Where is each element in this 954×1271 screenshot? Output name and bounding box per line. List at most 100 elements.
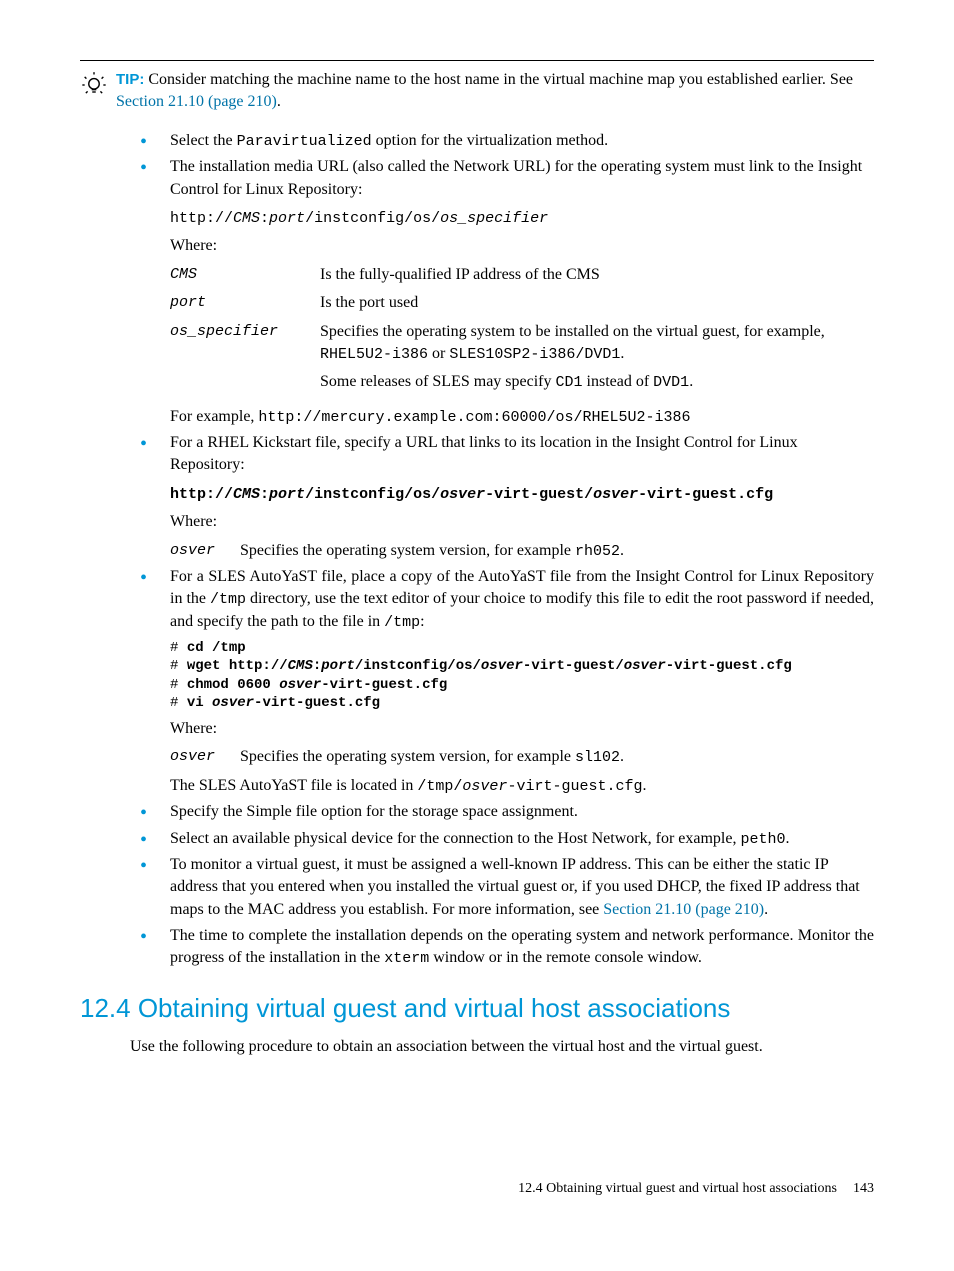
text: osver [593, 486, 638, 503]
text: : [260, 486, 269, 503]
list-item: The installation media URL (also called … [80, 156, 874, 428]
text: Specify the Simple file option for the s… [170, 803, 578, 820]
command: cd /tmp [187, 640, 246, 656]
command: chmod 0600 [187, 677, 279, 693]
command: CMS [288, 658, 313, 674]
code-inline: peth0 [740, 831, 785, 848]
text: DVD1 [653, 374, 689, 391]
text: -virt-guest/ [485, 486, 593, 503]
definition-term: os_specifier [170, 321, 320, 342]
example-line: For example, http://mercury.example.com:… [170, 406, 874, 428]
command: vi [187, 695, 212, 711]
text: rh052 [575, 543, 620, 560]
text: option for the virtualization method. [372, 132, 608, 149]
text: http:// [170, 486, 233, 503]
command: -virt-guest.cfg [666, 658, 792, 674]
command: osver [624, 658, 666, 674]
text: CD1 [556, 374, 583, 391]
text: osver [462, 778, 507, 795]
text: port [269, 486, 305, 503]
kickstart-url: http://CMS:port/instconfig/os/osver-virt… [170, 483, 874, 505]
prompt: # [170, 695, 187, 711]
bullet-list: Select the Paravirtualized option for th… [80, 130, 874, 970]
list-item: To monitor a virtual guest, it must be a… [80, 854, 874, 921]
text: : [420, 613, 424, 630]
definition-term: port [170, 292, 320, 313]
text: For a RHEL Kickstart file, specify a URL… [170, 432, 874, 477]
text: /tmp/ [417, 778, 462, 795]
command: wget http:// [187, 658, 288, 674]
horizontal-rule [80, 60, 874, 61]
text: -virt-guest.cfg [507, 778, 642, 795]
text: . [642, 777, 646, 794]
definition-term: CMS [170, 264, 320, 285]
tip-text-pre: Consider matching the machine name to th… [148, 71, 853, 88]
text: . [764, 901, 768, 918]
text: Some releases of SLES may specify [320, 373, 556, 390]
text: sl102 [575, 749, 620, 766]
text: /instconfig/os/ [305, 486, 440, 503]
text: -virt-guest.cfg [638, 486, 773, 503]
command: osver [481, 658, 523, 674]
definition-desc: Is the port used [320, 292, 874, 314]
text: For example, [170, 408, 258, 425]
text: Specifies the operating system version, … [240, 748, 575, 765]
command: -virt-guest/ [523, 658, 624, 674]
command: osver [212, 695, 254, 711]
list-item: For a RHEL Kickstart file, specify a URL… [80, 432, 874, 562]
code-block: # cd /tmp # wget http://CMS:port/instcon… [170, 639, 874, 712]
where-label: Where: [170, 511, 874, 533]
text: The installation media URL (also called … [170, 156, 874, 201]
text: port [269, 210, 305, 227]
definition-desc: Specifies the operating system to be ins… [320, 321, 874, 400]
list-item: The time to complete the installation de… [80, 925, 874, 970]
tip-label: TIP: [116, 71, 144, 88]
text: For a SLES AutoYaST file, place a copy o… [170, 566, 874, 633]
text: The SLES AutoYaST file is located in [170, 777, 417, 794]
text: osver [440, 486, 485, 503]
list-item: For a SLES AutoYaST file, place a copy o… [80, 566, 874, 797]
definition-desc: Is the fully-qualified IP address of the… [320, 264, 874, 286]
section-heading: 12.4 Obtaining virtual guest and virtual… [80, 990, 874, 1026]
lightbulb-icon [80, 71, 108, 99]
where-label: Where: [170, 235, 874, 257]
definition-term: osver [170, 746, 240, 768]
footer-page-number: 143 [853, 1179, 874, 1199]
command: -virt-guest.cfg [254, 695, 380, 711]
footer-title: 12.4 Obtaining virtual guest and virtual… [518, 1179, 837, 1199]
definition-desc: Specifies the operating system version, … [240, 746, 624, 768]
text: . [785, 830, 789, 847]
prompt: # [170, 640, 187, 656]
text: instead of [583, 373, 654, 390]
definition-row: osver Specifies the operating system ver… [170, 540, 874, 562]
text: /tmp [384, 614, 420, 631]
definition-row: os_specifier Specifies the operating sys… [170, 321, 874, 400]
text: . [620, 748, 624, 765]
list-item: Select the Paravirtualized option for th… [80, 130, 874, 152]
command: osver [279, 677, 321, 693]
text: os_specifier [440, 210, 548, 227]
command: /instconfig/os/ [355, 658, 481, 674]
location-line: The SLES AutoYaST file is located in /tm… [170, 775, 874, 797]
code-inline: xterm [384, 950, 429, 967]
link[interactable]: Section 21.10 (page 210) [603, 901, 764, 918]
text: Select the [170, 132, 237, 149]
prompt: # [170, 677, 187, 693]
text: . [620, 542, 624, 559]
text: directory, use the text editor of your c… [170, 590, 874, 629]
command: port [321, 658, 355, 674]
definition-term: osver [170, 540, 240, 562]
text: RHEL5U2-i386 [320, 346, 428, 363]
list-item: Select an available physical device for … [80, 828, 874, 850]
text: /tmp [210, 591, 246, 608]
command: -virt-guest.cfg [321, 677, 447, 693]
tip-link[interactable]: Section 21.10 (page 210) [116, 93, 277, 110]
tip-body: TIP: Consider matching the machine name … [116, 69, 874, 114]
text: Specifies the operating system version, … [240, 542, 575, 559]
text: http:// [170, 210, 233, 227]
list-item: Specify the Simple file option for the s… [80, 801, 874, 823]
code-inline: Paravirtualized [237, 133, 372, 150]
definition-list: CMS Is the fully-qualified IP address of… [170, 264, 874, 400]
text: window or in the remote console window. [429, 949, 702, 966]
tip-text-post: . [277, 93, 281, 110]
